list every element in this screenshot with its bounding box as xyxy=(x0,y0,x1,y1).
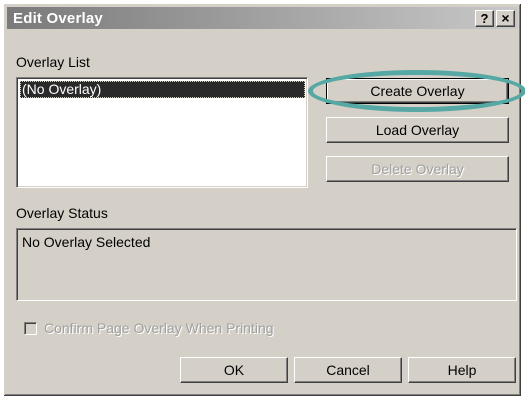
dialog-title: Edit Overlay xyxy=(13,9,103,27)
close-button[interactable]: × xyxy=(496,9,515,27)
help-button[interactable]: Help xyxy=(408,357,516,383)
title-bar[interactable]: Edit Overlay ? × xyxy=(7,7,518,29)
overlay-status-text: No Overlay Selected xyxy=(22,234,151,250)
load-overlay-button[interactable]: Load Overlay xyxy=(326,117,509,143)
create-overlay-button[interactable]: Create Overlay xyxy=(326,78,509,104)
confirm-overlay-checkbox[interactable] xyxy=(24,322,37,335)
list-item[interactable]: (No Overlay) xyxy=(20,81,305,98)
confirm-overlay-label: Confirm Page Overlay When Printing xyxy=(44,320,274,336)
edit-overlay-dialog: Edit Overlay ? × Overlay List (No Overla… xyxy=(3,3,525,397)
ok-button[interactable]: OK xyxy=(180,357,288,383)
overlay-status-label: Overlay Status xyxy=(16,205,108,221)
overlay-listbox[interactable]: (No Overlay) xyxy=(16,77,308,188)
overlay-status-box: No Overlay Selected xyxy=(16,228,517,301)
overlay-list-label: Overlay List xyxy=(16,54,90,70)
cancel-button[interactable]: Cancel xyxy=(294,357,402,383)
delete-overlay-button[interactable]: Delete Overlay xyxy=(326,156,509,182)
help-question-button[interactable]: ? xyxy=(475,9,494,27)
